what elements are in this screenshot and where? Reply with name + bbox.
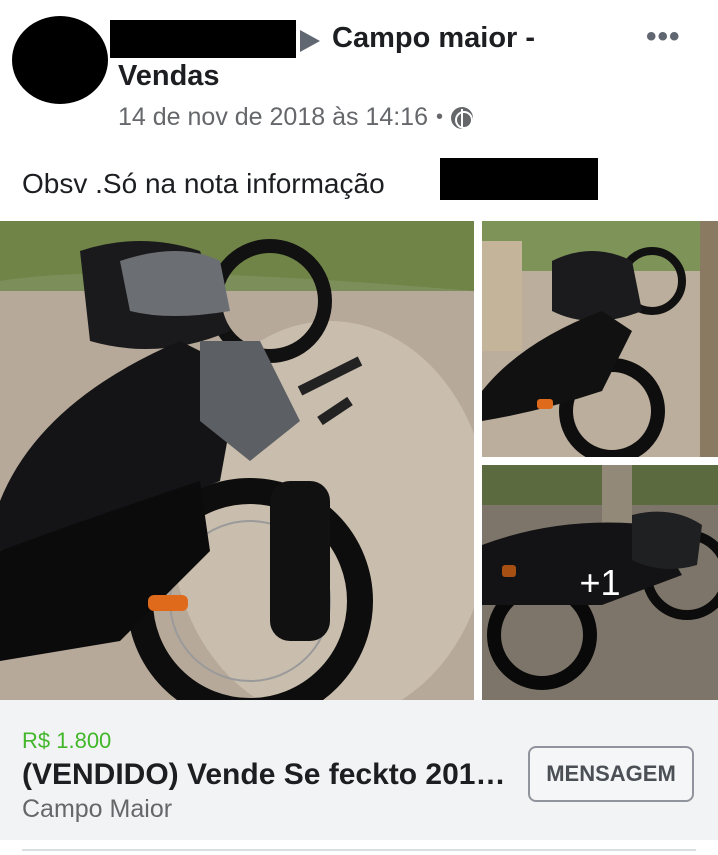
shared-to-arrow-icon (300, 30, 320, 52)
photo-secondary[interactable] (482, 221, 718, 457)
photo-main[interactable] (0, 221, 474, 700)
photo-more[interactable]: +1 (482, 465, 718, 700)
listing-title[interactable]: (VENDIDO) Vende Se feckto 201… (22, 758, 506, 792)
marketplace-listing-card[interactable]: R$ 1.800 (VENDIDO) Vende Se feckto 201… … (0, 700, 718, 840)
more-options-icon[interactable]: ••• (646, 20, 681, 54)
listing-location: Campo Maior (22, 795, 173, 823)
post-text-redacted (440, 158, 598, 200)
author-name-redacted (110, 20, 296, 58)
motorcycle-photo-1 (0, 221, 474, 700)
meta-separator: • (436, 106, 444, 128)
group-name-continued[interactable]: Vendas (118, 60, 220, 93)
listing-price: R$ 1.800 (22, 728, 112, 753)
author-avatar[interactable] (12, 16, 108, 104)
globe-icon[interactable] (451, 106, 474, 129)
group-name[interactable]: Campo maior - (332, 22, 535, 55)
motorcycle-photo-2 (482, 221, 718, 457)
post-meta: 14 de nov de 2018 às 14:16 • (118, 103, 474, 132)
divider (22, 849, 696, 851)
post-body-text: Obsv .Só na nota informação (22, 168, 385, 199)
more-photos-count[interactable]: +1 (482, 465, 718, 700)
message-button[interactable]: MENSAGEM (528, 746, 694, 802)
post-timestamp[interactable]: 14 de nov de 2018 às 14:16 (118, 103, 428, 132)
